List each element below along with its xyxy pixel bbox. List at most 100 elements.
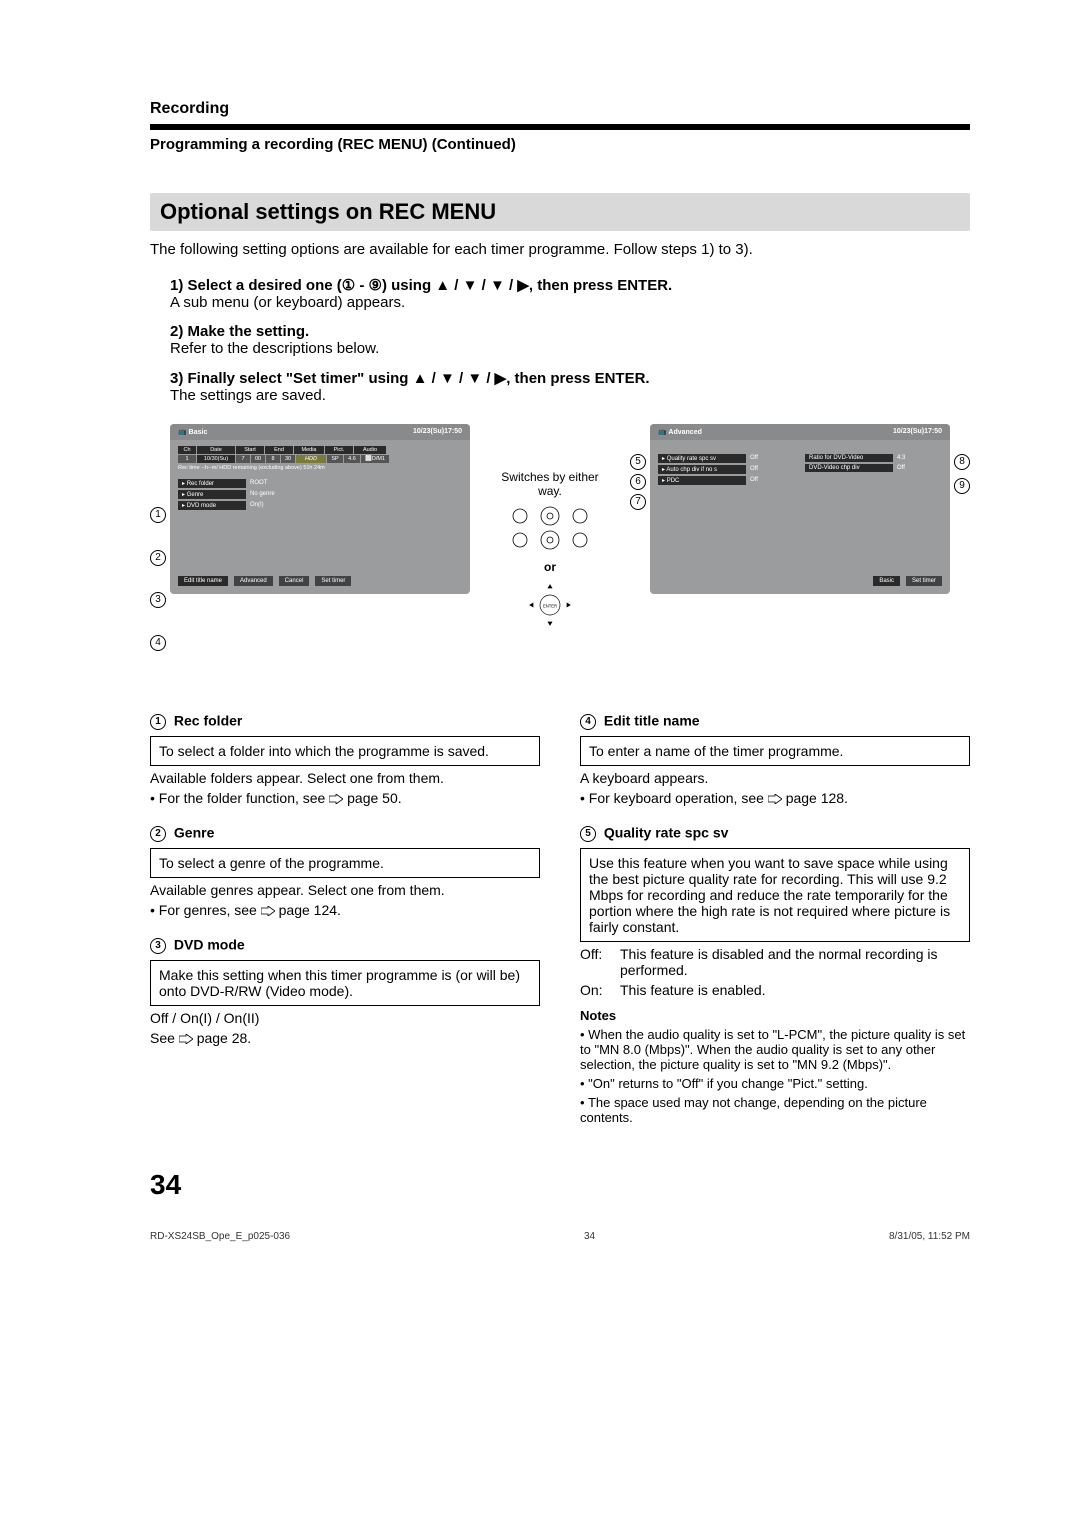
item-bullet: For the folder function, see page 50.	[150, 790, 540, 806]
col: End	[265, 446, 293, 454]
col: Pict.	[325, 446, 353, 454]
col: Media	[294, 446, 324, 454]
list-label: ▸ Rec folder	[178, 479, 246, 488]
step-body: Refer to the descriptions below.	[170, 340, 970, 357]
intro-text: The following setting options are availa…	[150, 241, 970, 258]
item-num: 5	[580, 826, 596, 842]
item-box: To enter a name of the timer programme.	[580, 736, 970, 766]
step-head: 1) Select a desired one (① - ⑨) using ▲ …	[170, 277, 672, 294]
item-num: 4	[580, 714, 596, 730]
item-title: Genre	[174, 825, 214, 841]
item-num: 2	[150, 826, 166, 842]
item-box: Make this setting when this timer progra…	[150, 960, 540, 1006]
cell: ⬜D/M1	[361, 455, 389, 463]
cell: 7	[236, 455, 250, 463]
list-val: Off	[746, 454, 762, 463]
pageref-arrow-icon	[179, 1030, 193, 1040]
item-title: DVD mode	[174, 937, 245, 953]
screen-btn: Set timer	[906, 576, 942, 586]
callout-num: 5	[630, 454, 646, 470]
item-box: To select a genre of the programme.	[150, 848, 540, 878]
callout-num: 3	[150, 592, 166, 608]
cell: 4.6	[344, 455, 360, 463]
notes-list: When the audio quality is set to "L-PCM"…	[580, 1027, 970, 1125]
rec-note: Rec time --h--m/ HDD remaining (excludin…	[178, 465, 462, 471]
step-head: 2) Make the setting.	[170, 323, 309, 340]
item-title: Edit title name	[604, 713, 700, 729]
footer-mid: 34	[584, 1231, 595, 1242]
item-box: To select a folder into which the progra…	[150, 736, 540, 766]
list-val: Off	[746, 465, 762, 474]
screen-btn: Cancel	[279, 576, 310, 586]
item-title: Rec folder	[174, 713, 242, 729]
pageref-arrow-icon	[329, 790, 343, 800]
item-num: 1	[150, 714, 166, 730]
cell: SP	[327, 455, 343, 463]
screen-btn: Set timer	[315, 576, 351, 586]
basic-screen: 📺 Basic 10/23(Su)17:50 Ch Date Start End…	[170, 424, 470, 594]
screen-btn: Advanced	[234, 576, 273, 586]
callout-num: 1	[150, 507, 166, 523]
advanced-screen: 📺 Advanced 10/23(Su)17:50 ▸ Quality rate…	[650, 424, 950, 594]
item-bullet: For keyboard operation, see page 128.	[580, 790, 970, 806]
section-label: Recording	[150, 100, 970, 118]
list-label: Ratio for DVD-Video	[805, 454, 893, 462]
page-title: Optional settings on REC MENU	[150, 193, 970, 231]
callout-num: 2	[150, 550, 166, 566]
list-val: Off	[746, 476, 762, 485]
cell: 00	[251, 455, 265, 463]
callouts-left: 1 2 3 4	[150, 424, 166, 664]
step-body: A sub menu (or keyboard) appears.	[170, 294, 970, 311]
item-num: 3	[150, 938, 166, 954]
notes-head: Notes	[580, 1008, 970, 1023]
remote-icon	[505, 504, 595, 554]
step-head: 3) Finally select "Set timer" using ▲ / …	[170, 370, 650, 387]
opt-row: On:This feature is enabled.	[580, 982, 970, 998]
callouts-mid: 5 6 7	[630, 424, 646, 512]
step-body: The settings are saved.	[170, 387, 970, 404]
col: Start	[236, 446, 264, 454]
item-title: Quality rate spc sv	[604, 825, 729, 841]
pageref-arrow-icon	[261, 902, 275, 912]
pageref-arrow-icon	[768, 790, 782, 800]
left-col: 1 Rec folder To select a folder into whi…	[150, 694, 540, 1129]
cell: 30	[281, 455, 295, 463]
callout-num: 9	[954, 478, 970, 494]
list-label: DVD-Video chp div	[805, 464, 893, 472]
dpad-icon: ENTER	[525, 580, 575, 630]
or-label: or	[544, 560, 556, 574]
cell: HDD	[296, 455, 326, 463]
note-item: The space used may not change, depending…	[580, 1095, 970, 1125]
footer: RD-XS24SB_Ope_E_p025-036 34 8/31/05, 11:…	[150, 1231, 970, 1242]
cell: 10/30(Su)	[197, 455, 235, 463]
callouts-right: 8 9	[954, 424, 970, 496]
item-after: Off / On(I) / On(II)	[150, 1010, 540, 1026]
item-after: Available genres appear. Select one from…	[150, 882, 540, 898]
col: Ch	[178, 446, 196, 454]
list-label: ▸ Quality rate spc sv	[658, 454, 746, 463]
note-item: When the audio quality is set to "L-PCM"…	[580, 1027, 970, 1072]
list-val: No genre	[246, 490, 279, 499]
screen-label: 📺 Basic	[178, 428, 207, 436]
list-val: ROOT	[246, 479, 271, 488]
cell: 1	[178, 455, 196, 463]
col: Date	[197, 446, 235, 454]
cell: 8	[266, 455, 280, 463]
list-label: ▸ Genre	[178, 490, 246, 499]
screen-label: 📺 Advanced	[658, 428, 702, 436]
note-item: "On" returns to "Off" if you change "Pic…	[580, 1076, 970, 1091]
subheader: Programming a recording (REC MENU) (Cont…	[150, 136, 970, 153]
item-bullet: For genres, see page 124.	[150, 902, 540, 918]
list-label: ▸ DVD mode	[178, 501, 246, 510]
list-label: ▸ PDC	[658, 476, 746, 485]
list-val: 4:3	[893, 454, 909, 462]
page-number: 34	[150, 1169, 970, 1201]
callout-num: 7	[630, 494, 646, 510]
item-after: Available folders appear. Select one fro…	[150, 770, 540, 786]
screen-btn: Edit title name	[178, 576, 228, 586]
right-col: 4 Edit title name To enter a name of the…	[580, 694, 970, 1129]
callout-num: 6	[630, 474, 646, 490]
col: Audio	[354, 446, 386, 454]
switch-note: Switches by either way.	[500, 470, 600, 498]
screen-timestamp: 10/23(Su)17:50	[893, 428, 942, 436]
